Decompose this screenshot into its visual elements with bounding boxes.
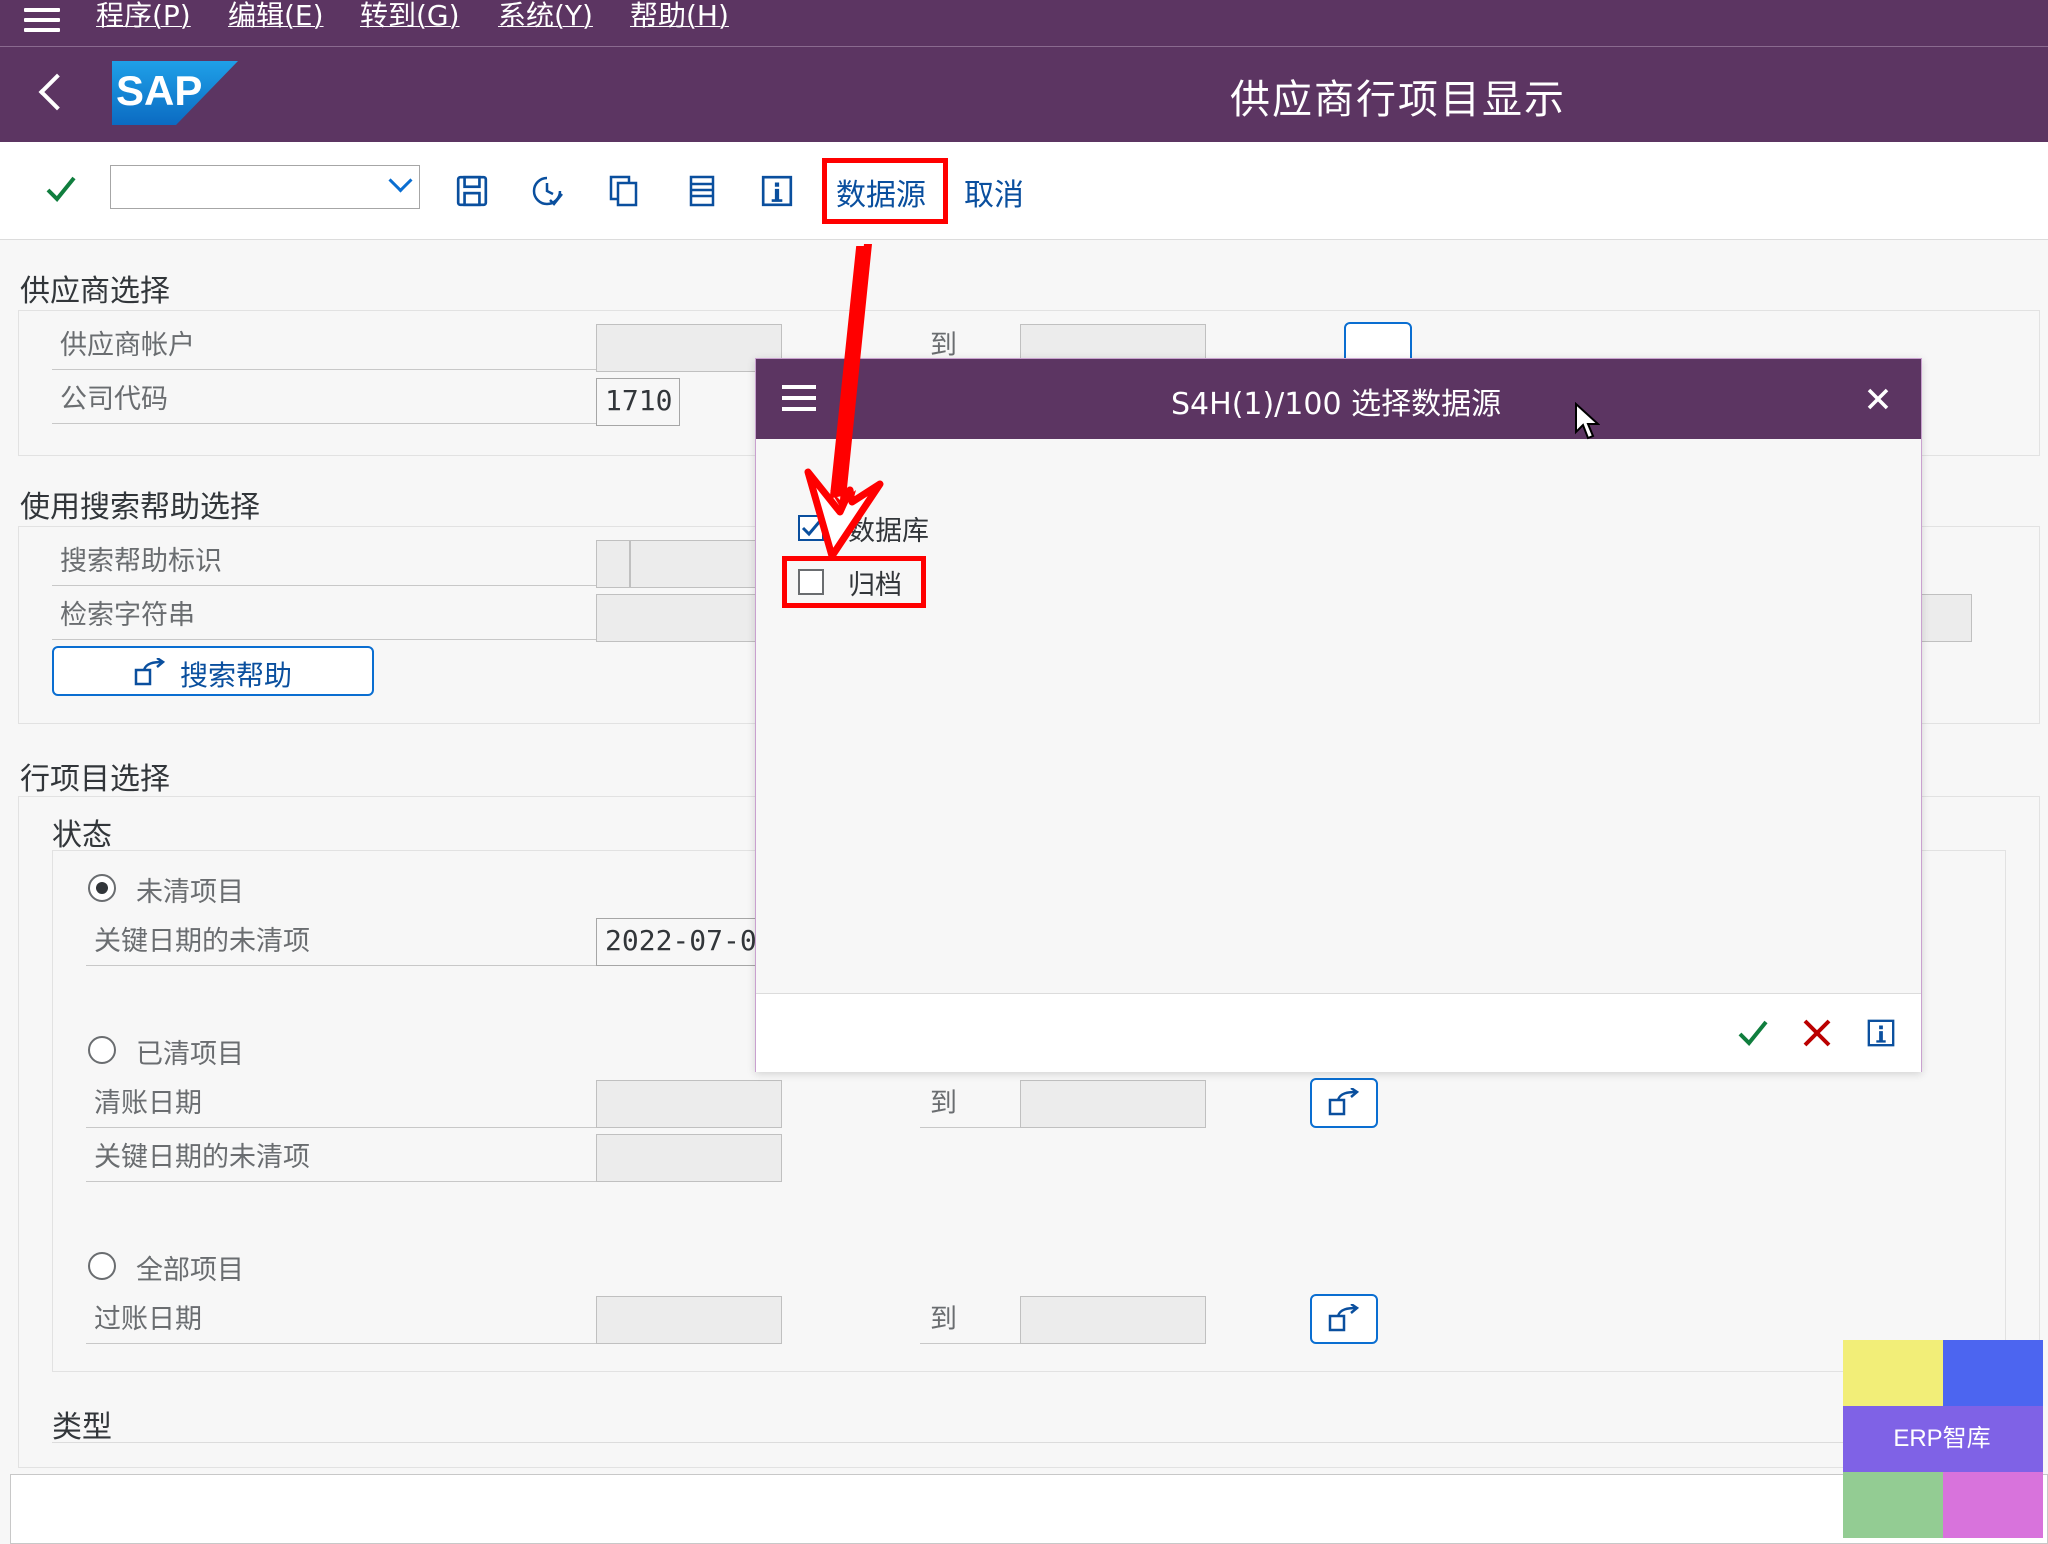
- search-help-id-label: 搜索帮助标识: [52, 542, 596, 586]
- search-help-button-label: 搜索帮助: [180, 659, 293, 692]
- clearing-date-from-input[interactable]: [596, 1080, 782, 1128]
- list-icon[interactable]: [685, 174, 719, 208]
- command-field[interactable]: [110, 165, 420, 209]
- hamburger-menu-icon[interactable]: [24, 2, 60, 38]
- menu-item-system[interactable]: 系统(Y): [498, 0, 593, 32]
- company-code-label: 公司代码: [52, 380, 596, 424]
- info-icon[interactable]: [1866, 1018, 1896, 1048]
- posting-date-multiple-selection-button[interactable]: [1310, 1294, 1378, 1344]
- copy-icon[interactable]: [607, 174, 641, 208]
- search-string-label: 检索字符串: [52, 596, 596, 640]
- type-title: 类型: [52, 1410, 112, 1445]
- chevron-down-icon[interactable]: [388, 168, 413, 193]
- posting-date-to-input[interactable]: [1020, 1296, 1206, 1344]
- page-title: 供应商行项目显示: [1230, 77, 1566, 123]
- select-data-source-dialog: S4H(1)/100 选择数据源 数据库 归档: [755, 358, 1922, 1072]
- clearing-date-label: 清账日期: [86, 1084, 596, 1128]
- info-icon[interactable]: [760, 174, 794, 208]
- posting-date-from-input[interactable]: [596, 1296, 782, 1344]
- company-code-input[interactable]: 1710: [596, 378, 680, 426]
- search-help-selection-title: 使用搜索帮助选择: [20, 490, 260, 525]
- cleared-open-key-date-label: 关键日期的未清项: [86, 1138, 596, 1182]
- menu-item-goto[interactable]: 转到(G): [360, 0, 460, 32]
- menu-bar: 程序(P) 编辑(E) 转到(G) 系统(Y) 帮助(H): [0, 0, 2048, 47]
- all-items-radio[interactable]: [88, 1252, 116, 1280]
- watermark-text: ERP智库: [1893, 1425, 1991, 1452]
- posting-date-label: 过账日期: [86, 1300, 596, 1344]
- clearing-date-to-label: 到: [920, 1084, 1020, 1128]
- toolbar: 数据源 取消: [0, 142, 2048, 240]
- posting-date-to-label: 到: [920, 1300, 1020, 1344]
- mouse-cursor-icon: [1575, 402, 1600, 440]
- back-arrow-icon[interactable]: [38, 73, 76, 111]
- watermark-yellow-tile: [1843, 1340, 1943, 1406]
- type-divider: [52, 1442, 2006, 1443]
- all-items-label: 全部项目: [136, 1255, 244, 1286]
- menu-item-program[interactable]: 程序(P): [96, 0, 191, 32]
- open-key-date-label: 关键日期的未清项: [86, 922, 596, 966]
- watermark-pink-tile: [1943, 1472, 2043, 1538]
- dialog-header: S4H(1)/100 选择数据源: [756, 359, 1921, 439]
- search-help-id-input[interactable]: [596, 540, 630, 588]
- cleared-open-key-date-input[interactable]: [596, 1134, 782, 1182]
- open-items-label: 未清项目: [136, 877, 244, 908]
- cleared-items-radio[interactable]: [88, 1036, 116, 1064]
- dialog-footer: [756, 993, 1921, 1072]
- get-variant-clock-icon[interactable]: [530, 174, 564, 208]
- search-help-id-desc: [630, 540, 760, 588]
- save-icon[interactable]: [455, 174, 489, 208]
- title-bar: SAP 供应商行项目显示: [0, 47, 2048, 142]
- external-open-icon: [134, 658, 166, 686]
- cancel-x-icon[interactable]: [1802, 1018, 1832, 1048]
- watermark-green-tile: [1843, 1472, 1943, 1538]
- open-key-date-input[interactable]: 2022-07-0: [596, 918, 756, 966]
- highlight-box-data-source: [822, 158, 948, 224]
- annotation-arrow: [804, 244, 884, 560]
- watermark-blue-tile: [1943, 1340, 2043, 1406]
- sap-logo: SAP: [112, 61, 238, 125]
- cancel-button[interactable]: 取消: [964, 170, 1024, 214]
- svg-text:SAP: SAP: [116, 67, 202, 114]
- external-open-icon: [1328, 1304, 1360, 1332]
- clearing-date-to-input[interactable]: [1020, 1080, 1206, 1128]
- close-icon[interactable]: [1866, 387, 1890, 411]
- status-bar: [10, 1474, 2048, 1544]
- menu-item-help[interactable]: 帮助(H): [630, 0, 729, 32]
- confirm-check-icon[interactable]: [1736, 1016, 1770, 1050]
- vendor-selection-title: 供应商选择: [20, 274, 170, 309]
- menu-item-edit[interactable]: 编辑(E): [228, 0, 324, 32]
- status-title: 状态: [52, 818, 112, 853]
- external-open-icon: [1328, 1088, 1360, 1116]
- line-item-selection-title: 行项目选择: [20, 762, 170, 797]
- enter-check-icon[interactable]: [44, 172, 78, 206]
- clearing-date-multiple-selection-button[interactable]: [1310, 1078, 1378, 1128]
- search-string-input[interactable]: [596, 594, 756, 642]
- dialog-title: S4H(1)/100 选择数据源: [1171, 387, 1502, 422]
- open-items-radio[interactable]: [88, 874, 116, 902]
- vendor-account-label: 供应商帐户: [52, 326, 596, 370]
- cleared-items-label: 已清项目: [136, 1039, 244, 1070]
- search-help-button[interactable]: 搜索帮助: [52, 646, 374, 696]
